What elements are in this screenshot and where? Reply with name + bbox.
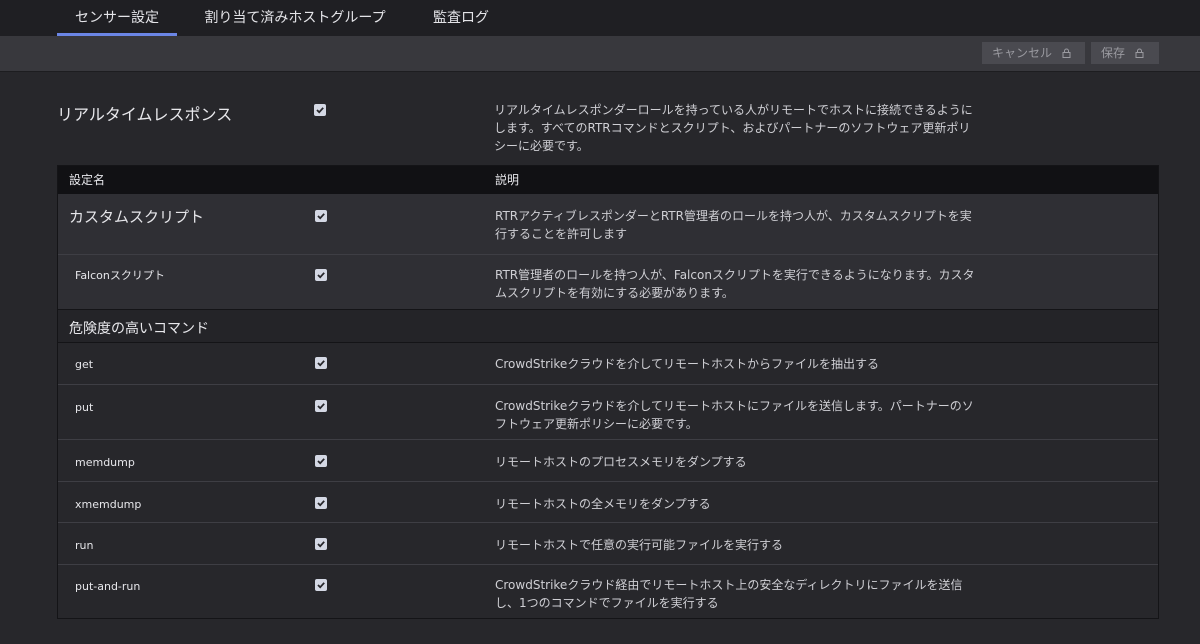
command-description: CrowdStrikeクラウド経由でリモートホスト上の安全なディレクトリにファイ…: [495, 578, 963, 610]
custom-script-checkbox[interactable]: [315, 210, 327, 222]
column-header-name: 設定名: [69, 173, 106, 187]
setting-description: RTR管理者のロールを持つ人が、Falconスクリプトを実行できるようになります…: [495, 268, 975, 300]
command-name: xmemdump: [75, 498, 142, 511]
table-row-xmemdump: xmemdump リモートホストの全メモリをダンプする: [58, 482, 1158, 523]
memdump-checkbox[interactable]: [315, 455, 327, 467]
check-icon: [317, 403, 325, 410]
cancel-label: キャンセル: [992, 46, 1053, 60]
column-header-description: 説明: [495, 173, 520, 187]
setting-name: カスタムスクリプト: [69, 208, 205, 226]
setting-name: Falconスクリプト: [75, 269, 165, 282]
check-icon: [317, 541, 325, 548]
section-title: 危険度の高いコマンド: [69, 321, 209, 337]
table-row-memdump: memdump リモートホストのプロセスメモリをダンプする: [58, 440, 1158, 482]
table-row-falcon-script: Falconスクリプト RTR管理者のロールを持つ人が、Falconスクリプトを…: [58, 255, 1158, 310]
save-button[interactable]: 保存: [1091, 42, 1159, 64]
check-icon: [317, 360, 325, 367]
high-risk-commands-section: 危険度の高いコマンド: [58, 309, 1158, 343]
check-icon: [317, 272, 325, 279]
get-checkbox[interactable]: [315, 357, 327, 369]
table-header: 設定名 説明: [58, 166, 1158, 194]
check-icon: [317, 500, 325, 507]
table-row-run: run リモートホストで任意の実行可能ファイルを実行する: [58, 523, 1158, 565]
toolbar: キャンセル 保存: [0, 36, 1200, 72]
tab-bar: センサー設定 割り当て済みホストグループ 監査ログ: [0, 0, 1200, 36]
command-name: get: [75, 358, 94, 371]
cancel-button[interactable]: キャンセル: [982, 42, 1085, 64]
tab-sensor-settings[interactable]: センサー設定: [57, 0, 177, 36]
table-row-put-and-run: put-and-run CrowdStrikeクラウド経由でリモートホスト上の安…: [58, 565, 1158, 618]
check-icon: [316, 107, 324, 114]
realtime-response-title: リアルタイムレスポンス: [57, 105, 233, 124]
table-row-get: get CrowdStrikeクラウドを介してリモートホストからファイルを抽出す…: [58, 343, 1158, 385]
check-icon: [317, 582, 325, 589]
tab-assigned-host-groups[interactable]: 割り当て済みホストグループ: [187, 0, 403, 36]
check-icon: [317, 458, 325, 465]
lock-icon: [1135, 43, 1144, 65]
command-description: CrowdStrikeクラウドを介してリモートホストにファイルを送信します。パー…: [495, 399, 974, 431]
command-description: リモートホストのプロセスメモリをダンプする: [495, 455, 747, 469]
setting-description: RTRアクティブレスポンダーとRTR管理者のロールを持つ人が、カスタムスクリプト…: [495, 209, 972, 241]
command-description: リモートホストで任意の実行可能ファイルを実行する: [495, 538, 784, 552]
command-description: CrowdStrikeクラウドを介してリモートホストからファイルを抽出する: [495, 357, 879, 371]
check-icon: [317, 213, 325, 220]
falcon-script-checkbox[interactable]: [315, 269, 327, 281]
put-and-run-checkbox[interactable]: [315, 579, 327, 591]
xmemdump-checkbox[interactable]: [315, 497, 327, 509]
command-name: run: [75, 539, 94, 552]
command-name: memdump: [75, 456, 135, 469]
put-checkbox[interactable]: [315, 400, 327, 412]
settings-table: 設定名 説明 カスタムスクリプト RTRアクティブレスポンダーとRTR管理者のロ…: [57, 165, 1159, 619]
table-row-custom-script: カスタムスクリプト RTRアクティブレスポンダーとRTR管理者のロールを持つ人が…: [58, 194, 1158, 255]
command-name: put-and-run: [75, 580, 141, 593]
realtime-response-checkbox[interactable]: [314, 104, 326, 116]
save-label: 保存: [1101, 46, 1126, 60]
realtime-response-description: リアルタイムレスポンダーロールを持っている人がリモートでホストに接続できるように…: [494, 103, 973, 153]
tab-audit-log[interactable]: 監査ログ: [419, 0, 503, 36]
lock-icon: [1062, 43, 1071, 65]
command-description: リモートホストの全メモリをダンプする: [495, 497, 711, 511]
command-name: put: [75, 401, 94, 414]
run-checkbox[interactable]: [315, 538, 327, 550]
table-row-put: put CrowdStrikeクラウドを介してリモートホストにファイルを送信しま…: [58, 385, 1158, 440]
